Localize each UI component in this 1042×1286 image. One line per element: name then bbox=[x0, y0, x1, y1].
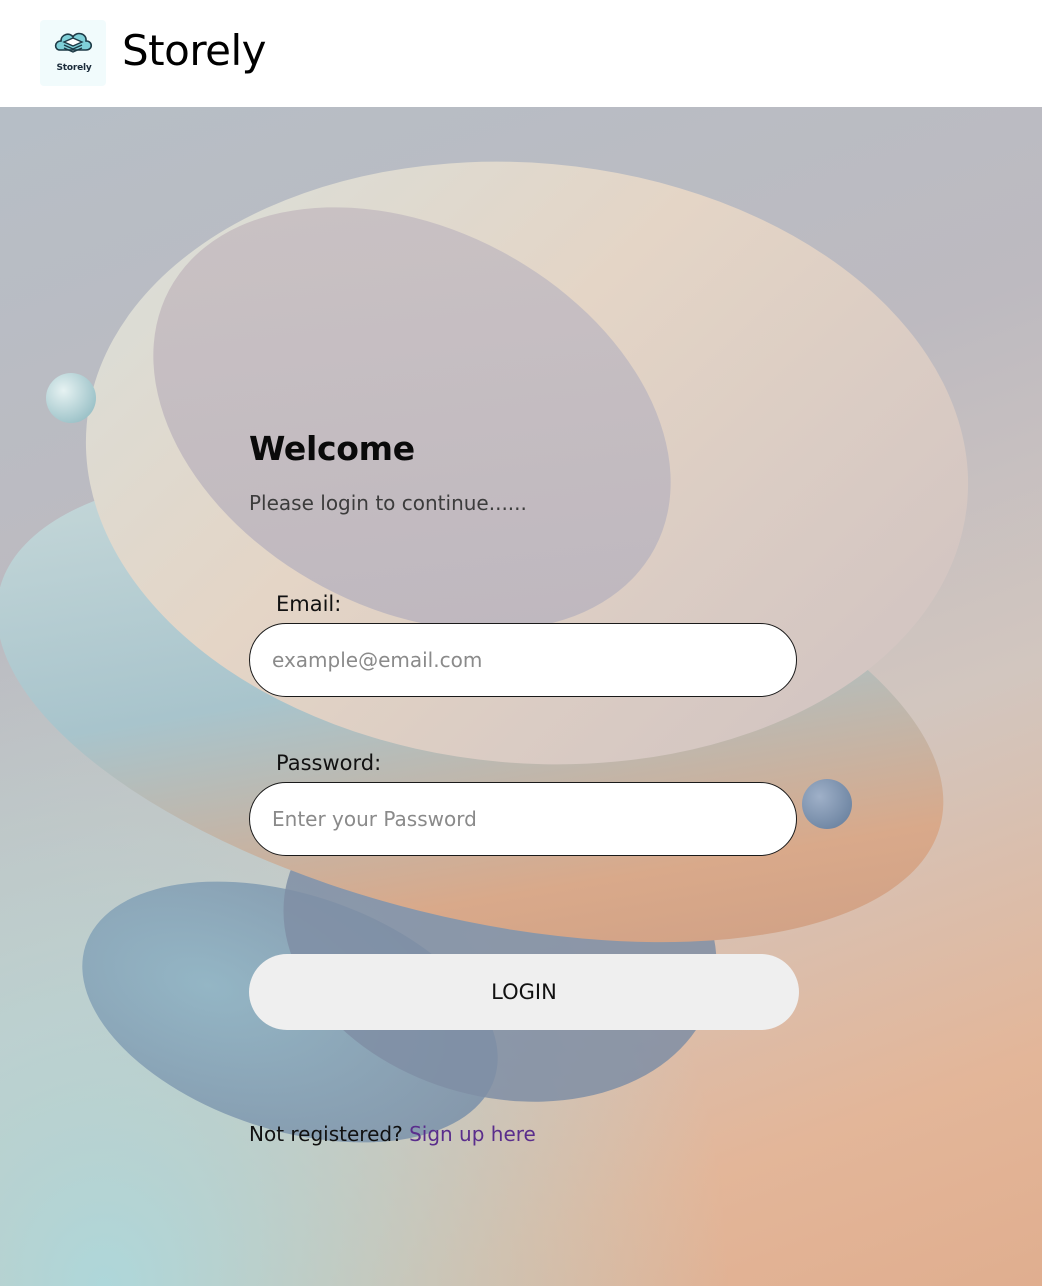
signup-prompt-text: Not registered? bbox=[249, 1122, 403, 1146]
password-field[interactable] bbox=[249, 782, 797, 856]
brand-logo[interactable]: Storely bbox=[40, 20, 106, 86]
password-label: Password: bbox=[276, 751, 382, 775]
signup-prompt-line: Not registered? Sign up here bbox=[249, 1122, 536, 1146]
login-subtitle: Please login to continue...... bbox=[249, 491, 527, 515]
welcome-heading: Welcome bbox=[249, 429, 415, 468]
login-hero: Welcome Please login to continue...... E… bbox=[0, 107, 1042, 1286]
top-header: Storely Storely bbox=[0, 0, 1042, 107]
logo-wordmark: Storely bbox=[56, 63, 92, 73]
email-label: Email: bbox=[276, 592, 342, 616]
cloud-layers-icon bbox=[54, 32, 93, 53]
email-field[interactable] bbox=[249, 623, 797, 697]
signup-link[interactable]: Sign up here bbox=[409, 1122, 536, 1146]
brand-name[interactable]: Storely bbox=[122, 26, 267, 75]
login-button[interactable]: LOGIN bbox=[249, 954, 799, 1030]
